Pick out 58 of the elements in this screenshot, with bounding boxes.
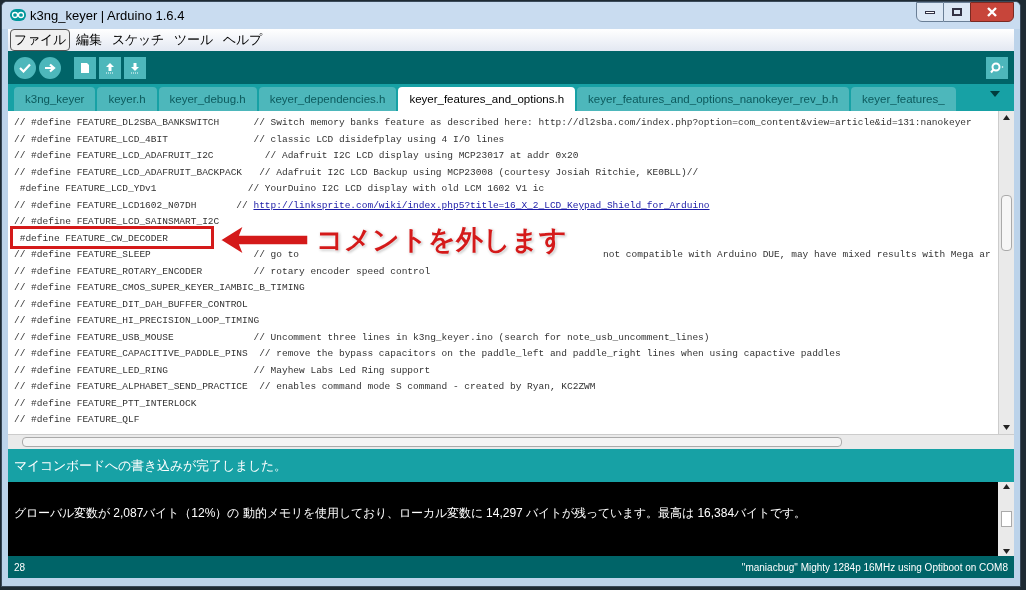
file-tab[interactable]: keyer_features_and_options.h: [398, 87, 576, 112]
down-arrow-icon: [130, 61, 140, 74]
console-line: グローバル変数が 2,087バイト（12%）の 動的メモリを使用しており、ローカル変数に 14,297 バイトが残っています。最高は 16,384バイトです。: [14, 505, 808, 523]
code-line: // #define FEATURE_LCD_ADAFRUIT_BACKPACK // Adafruit I2C LCD Backup using MCP23008 (courtesy Josiah Ritchie, KE0BLL)//: [14, 166, 699, 178]
upload-arrow-button[interactable]: [99, 56, 121, 79]
code-line: // #define FEATURE_CAPACITIVE_PADDLE_PINS // remove the bypass capacitors on the paddle_left and paddle_right lines when using capactive paddles: [14, 348, 841, 360]
code-line: // #define FEATURE_DIT_DAH_BUFFER_CONTROL: [14, 298, 248, 310]
code-line: // #define FEATURE_ALPHABET_SEND_PRACTICE // enables command mode S command - created by Ryan, KC2ZWM: [14, 381, 596, 393]
line-number: 28: [14, 560, 26, 575]
code-line: // #define FEATURE_LCD_ADAFRUIT_I2C // Adafruit I2C LCD display using MCP23017 at addr 0x20: [14, 150, 579, 162]
minimize-button[interactable]: [916, 2, 944, 22]
menu-item[interactable]: ツール: [170, 29, 217, 51]
horizontal-scrollbar[interactable]: [8, 434, 1014, 450]
window-title: k3ng_keyer | Arduino 1.6.4: [30, 6, 185, 25]
code-line: // #define FEATURE_CMOS_SUPER_KEYER_IAMBIC_B_TIMING: [14, 282, 305, 294]
code-line: // #define FEATURE_QLF: [14, 414, 140, 426]
vertical-scrollbar[interactable]: [998, 111, 1014, 435]
verify-button[interactable]: [14, 56, 36, 79]
code-line: // #define FEATURE_PTT_INTERLOCK: [14, 397, 197, 409]
link[interactable]: http://linksprite.com/wiki/index.php5?title=16_X_2_LCD_Keypad_Shield_for_Arduino: [253, 199, 710, 211]
annotation-text: コメントを外します: [316, 224, 567, 258]
close-icon: [986, 7, 998, 17]
menu-item[interactable]: ヘルプ: [219, 29, 266, 51]
code-line: // #define FEATURE_DL2SBA_BANKSWITCH // Switch memory banks feature as described here: http://dl2sba.com/index.php?option=com_content&view=article&id=131:nanokeyer: [14, 117, 972, 129]
code-line: // #define FEATURE_LCD1602_N07DH //: [14, 199, 249, 211]
serial-monitor-button[interactable]: [986, 56, 1008, 79]
code-line: // #define FEATURE_HI_PRECISION_LOOP_TIMING: [14, 315, 260, 327]
scroll-down-icon[interactable]: [1003, 425, 1010, 431]
status-message: マイコンボードへの書き込みが完了しました。: [14, 457, 287, 476]
new-file-button[interactable]: [74, 56, 96, 79]
code-line: // #define FEATURE_LCD_4BIT // classic LCD disidefplay using 4 I/O lines: [14, 133, 505, 145]
upload-button[interactable]: [39, 56, 61, 79]
code-line: // #define FEATURE_SLEEP // go to: [14, 249, 300, 261]
menu-item[interactable]: 編集: [72, 29, 106, 51]
code-line: #define FEATURE_CW_DECODER: [18, 232, 168, 244]
scroll-up-icon[interactable]: [1003, 115, 1010, 121]
check-icon: [19, 62, 31, 73]
menu-item[interactable]: ファイル: [10, 29, 70, 51]
code-line: not compatible with Arduino DUE, may have mixed results with Mega ar: [603, 249, 991, 261]
console-scrollbar[interactable]: [998, 482, 1014, 557]
magnifier-icon: [990, 61, 1004, 74]
scroll-thumb[interactable]: [1001, 195, 1012, 252]
code-line: // #define FEATURE_USB_MOUSE // Uncomment three lines in k3ng_keyer.ino (search for note_usb_uncomment_lines): [14, 331, 710, 343]
download-arrow-button[interactable]: [124, 56, 146, 79]
caret-icon: [990, 91, 1000, 98]
menu-item[interactable]: スケッチ: [108, 29, 168, 51]
up-arrow-icon: [105, 61, 115, 74]
close-button[interactable]: [970, 2, 1014, 22]
right-arrow-icon: [44, 62, 56, 73]
board-info: "maniacbug" Mighty 1284p 16MHz using Optiboot on COM8: [741, 560, 1008, 575]
code-line: // #define FEATURE_ROTARY_ENCODER // rotary encoder speed control: [14, 265, 431, 277]
document-icon: [80, 61, 90, 74]
app-logo-icon: [10, 9, 26, 22]
maximize-button[interactable]: [944, 2, 970, 22]
code-line: // #define FEATURE_LED_RING // Mayhew Labs Led Ring support: [14, 364, 431, 376]
scroll-thumb[interactable]: [1000, 511, 1012, 528]
code-line: // #define FEATURE_LCD_SAINSMART_I2C: [14, 216, 220, 228]
code-line: #define FEATURE_LCD_YDv1 // YourDuino I2C LCD display with old LCM 1602 V1 ic: [18, 183, 545, 195]
